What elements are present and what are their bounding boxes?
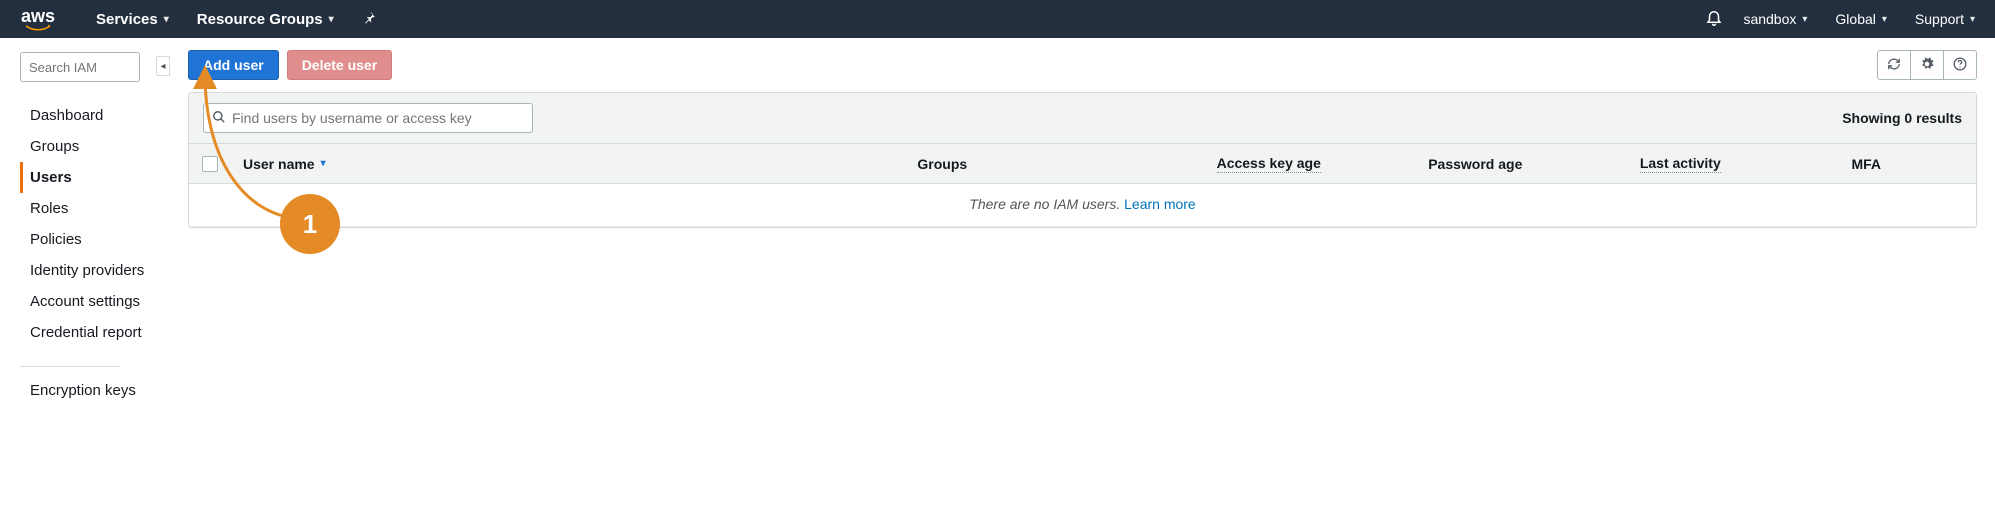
nav-region-label: Global [1835, 11, 1875, 27]
sidebar-item-policies[interactable]: Policies [20, 224, 154, 255]
nav-support[interactable]: Support ▾ [1915, 11, 1975, 27]
panel-header: Showing 0 results [189, 93, 1976, 144]
sidebar-item-roles[interactable]: Roles [20, 193, 154, 224]
sidebar-item-account-settings[interactable]: Account settings [20, 286, 154, 317]
refresh-icon [1887, 57, 1901, 74]
chevron-down-icon: ▾ [329, 14, 334, 25]
users-panel: Showing 0 results User name ▾ Groups Acc… [188, 92, 1977, 228]
nav-account-label: sandbox [1743, 11, 1796, 27]
nav-region[interactable]: Global ▾ [1835, 11, 1887, 27]
sidebar-item-dashboard[interactable]: Dashboard [20, 100, 154, 131]
learn-more-link[interactable]: Learn more [1124, 196, 1196, 212]
nav-pin[interactable] [362, 11, 376, 28]
aws-swoosh-icon [20, 25, 56, 31]
pin-icon [362, 11, 376, 28]
help-icon [1953, 57, 1967, 74]
column-label: MFA [1851, 156, 1881, 172]
sidebar-divider [20, 366, 120, 367]
sidebar-item-encryption-keys[interactable]: Encryption keys [20, 375, 154, 406]
add-user-button[interactable]: Add user [188, 50, 279, 80]
chevron-down-icon: ▾ [1802, 14, 1807, 25]
action-bar: Add user Delete user [188, 50, 1977, 80]
sidebar-nav-secondary: Encryption keys [20, 375, 154, 406]
column-label: User name [243, 156, 315, 172]
aws-logo-text: aws [21, 7, 55, 25]
notifications-icon[interactable] [1705, 8, 1723, 31]
sidebar-item-identity-providers[interactable]: Identity providers [20, 255, 154, 286]
column-label: Groups [917, 156, 967, 172]
sidebar-item-users[interactable]: Users [20, 162, 154, 193]
column-label: Access key age [1217, 155, 1321, 173]
gear-icon [1920, 57, 1934, 74]
aws-logo[interactable]: aws [20, 7, 56, 31]
nav-support-label: Support [1915, 11, 1964, 27]
nav-resource-groups[interactable]: Resource Groups ▾ [197, 11, 334, 28]
search-icon [212, 110, 226, 127]
results-count: Showing 0 results [1842, 110, 1962, 126]
column-label: Last activity [1640, 155, 1721, 173]
content-area: Add user Delete user [160, 38, 1995, 406]
toolbar-icon-group [1877, 50, 1977, 80]
settings-button[interactable] [1910, 50, 1944, 80]
chevron-down-icon: ▾ [1970, 14, 1975, 25]
nav-services-label: Services [96, 11, 158, 28]
sidebar-item-groups[interactable]: Groups [20, 131, 154, 162]
users-table-header: User name ▾ Groups Access key age Passwo… [189, 144, 1976, 184]
help-button[interactable] [1943, 50, 1977, 80]
sidebar: ◂ Dashboard Groups Users Roles Policies … [0, 38, 160, 406]
column-header-password-age[interactable]: Password age [1416, 156, 1628, 172]
empty-message: There are no IAM users. [969, 196, 1120, 212]
column-header-last-activity[interactable]: Last activity [1628, 155, 1840, 173]
empty-state: There are no IAM users. Learn more [189, 184, 1976, 226]
column-header-username[interactable]: User name ▾ [231, 156, 905, 172]
select-all-checkbox[interactable] [202, 156, 218, 172]
panel-footer-divider [189, 226, 1976, 227]
column-select-all [189, 156, 231, 172]
sort-asc-icon: ▾ [321, 158, 326, 169]
column-label: Password age [1428, 156, 1522, 172]
top-nav: aws Services ▾ Resource Groups ▾ sandbox… [0, 0, 1995, 38]
filter-input[interactable] [232, 110, 524, 126]
column-header-mfa[interactable]: MFA [1839, 156, 1976, 172]
filter-box[interactable] [203, 103, 533, 133]
column-header-access-key-age[interactable]: Access key age [1205, 155, 1417, 173]
nav-resource-groups-label: Resource Groups [197, 11, 323, 28]
sidebar-nav: Dashboard Groups Users Roles Policies Id… [20, 100, 154, 348]
sidebar-item-credential-report[interactable]: Credential report [20, 317, 154, 348]
chevron-down-icon: ▾ [1882, 14, 1887, 25]
delete-user-button[interactable]: Delete user [287, 50, 392, 80]
nav-services[interactable]: Services ▾ [96, 11, 169, 28]
refresh-button[interactable] [1877, 50, 1911, 80]
nav-account[interactable]: sandbox ▾ [1743, 11, 1807, 27]
search-iam-input[interactable] [20, 52, 140, 82]
column-header-groups[interactable]: Groups [905, 156, 1204, 172]
chevron-down-icon: ▾ [164, 14, 169, 25]
